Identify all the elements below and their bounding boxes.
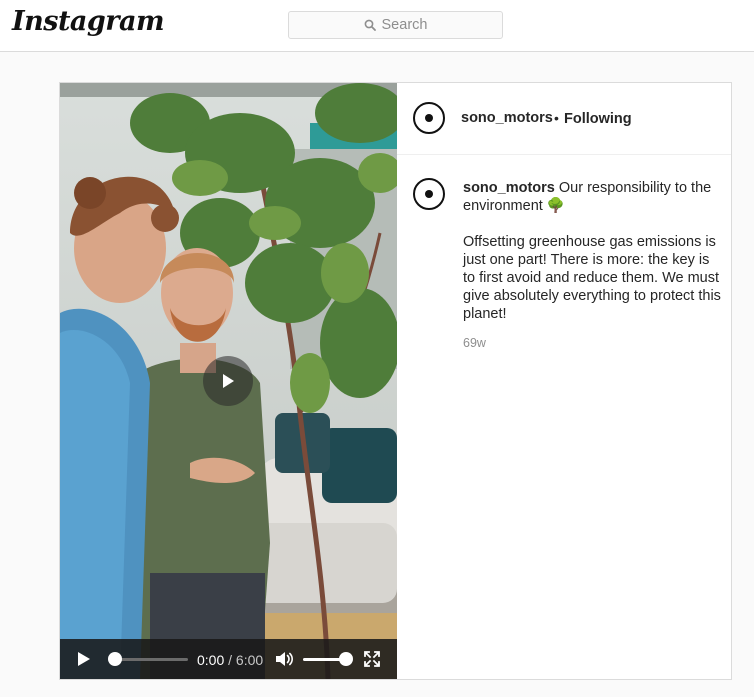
header-separator: • (554, 110, 559, 126)
post-card: 0:00 / 6:00 sono_motors • Following sono… (59, 82, 732, 680)
top-navigation-bar: Instagram Search (0, 0, 754, 52)
volume-handle[interactable] (339, 652, 353, 666)
speaker-icon[interactable] (274, 650, 294, 668)
instagram-logo[interactable]: Instagram (12, 6, 165, 37)
seek-handle[interactable] (108, 652, 122, 666)
video-controls-bar: 0:00 / 6:00 (60, 639, 397, 679)
duration: 6:00 (235, 652, 264, 668)
caption-title-line: sono_motors Our responsibility to the en… (463, 179, 725, 215)
search-input[interactable]: Search (288, 11, 503, 39)
fullscreen-icon[interactable] (363, 650, 381, 668)
search-icon (364, 19, 376, 31)
video-time-display: 0:00 / 6:00 (197, 652, 263, 668)
post-details-panel: sono_motors • Following sono_motors Our … (397, 83, 731, 679)
avatar[interactable] (413, 102, 445, 134)
post-header: sono_motors • Following (397, 83, 731, 155)
post-caption: sono_motors Our responsibility to the en… (463, 179, 725, 323)
caption-body: Offsetting greenhouse gas emissions is j… (463, 234, 721, 322)
search-placeholder: Search (381, 17, 428, 33)
seek-bar[interactable] (112, 658, 188, 661)
following-button[interactable]: Following (564, 111, 632, 127)
caption-username[interactable]: sono_motors (463, 180, 555, 196)
play-icon (223, 374, 234, 388)
post-timestamp[interactable]: 69w (463, 336, 486, 350)
video-play-overlay-button[interactable] (203, 356, 253, 406)
current-time: 0:00 (197, 652, 225, 668)
play-icon[interactable] (76, 651, 92, 667)
video-player[interactable]: 0:00 / 6:00 (60, 83, 397, 679)
caption-avatar[interactable] (413, 178, 445, 210)
post-author-username[interactable]: sono_motors (461, 110, 553, 126)
time-separator: / (228, 652, 233, 668)
